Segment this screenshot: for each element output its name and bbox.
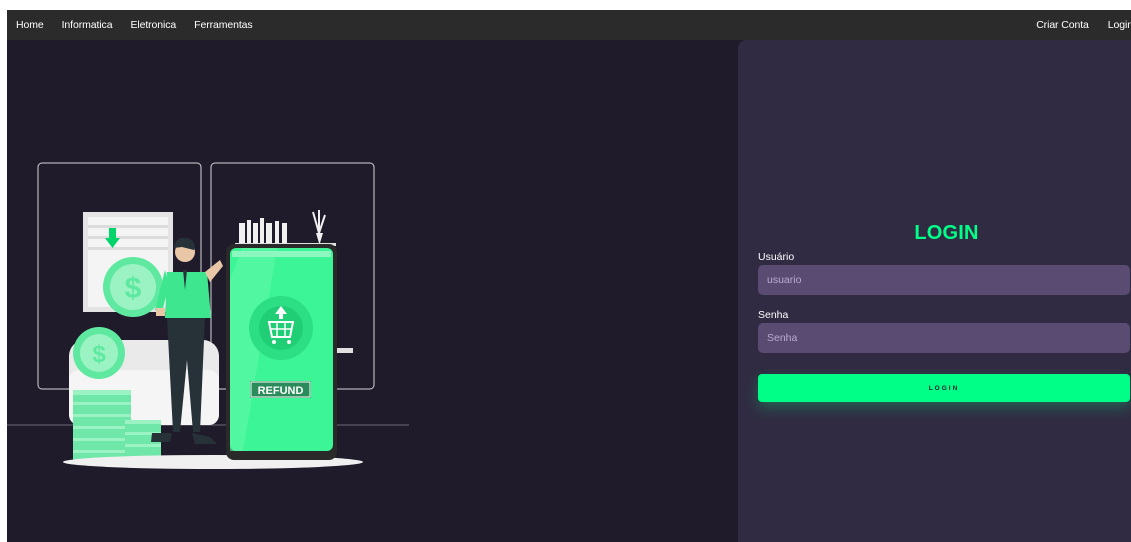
nav-link-ferramentas[interactable]: Ferramentas xyxy=(194,19,253,31)
nav-right-group: Criar Conta Login xyxy=(1017,10,1131,40)
refund-label: REFUND xyxy=(258,385,304,397)
login-panel: LOGIN Usuário Senha LOGIN xyxy=(738,40,1131,542)
top-navbar: Home Informatica Eletronica Ferramentas … xyxy=(7,10,1131,40)
bookshelf-graphic xyxy=(235,210,336,246)
login-submit-button[interactable]: LOGIN xyxy=(758,374,1130,402)
svg-text:$: $ xyxy=(125,272,142,305)
login-title: LOGIN xyxy=(914,222,979,244)
nav-left-group: Home Informatica Eletronica Ferramentas xyxy=(7,10,271,40)
nav-link-informatica[interactable]: Informatica xyxy=(62,19,113,31)
phone-graphic xyxy=(226,244,337,460)
password-input[interactable] xyxy=(758,323,1130,353)
password-label: Senha xyxy=(758,309,789,321)
refund-illustration: $ $ REFUND xyxy=(7,162,409,469)
username-input[interactable] xyxy=(758,265,1130,295)
username-label: Usuário xyxy=(758,251,795,263)
dollar-coin-icon: $ xyxy=(73,327,125,379)
app-window: Home Informatica Eletronica Ferramentas … xyxy=(7,10,1131,542)
nav-link-criar-conta[interactable]: Criar Conta xyxy=(1036,19,1089,31)
nav-link-login[interactable]: Login xyxy=(1108,19,1131,31)
nav-link-eletronica[interactable]: Eletronica xyxy=(130,19,176,31)
refund-badge: REFUND xyxy=(250,381,311,398)
dollar-coin-icon: $ xyxy=(103,257,163,317)
svg-text:$: $ xyxy=(92,341,106,368)
nav-link-home[interactable]: Home xyxy=(16,19,44,31)
